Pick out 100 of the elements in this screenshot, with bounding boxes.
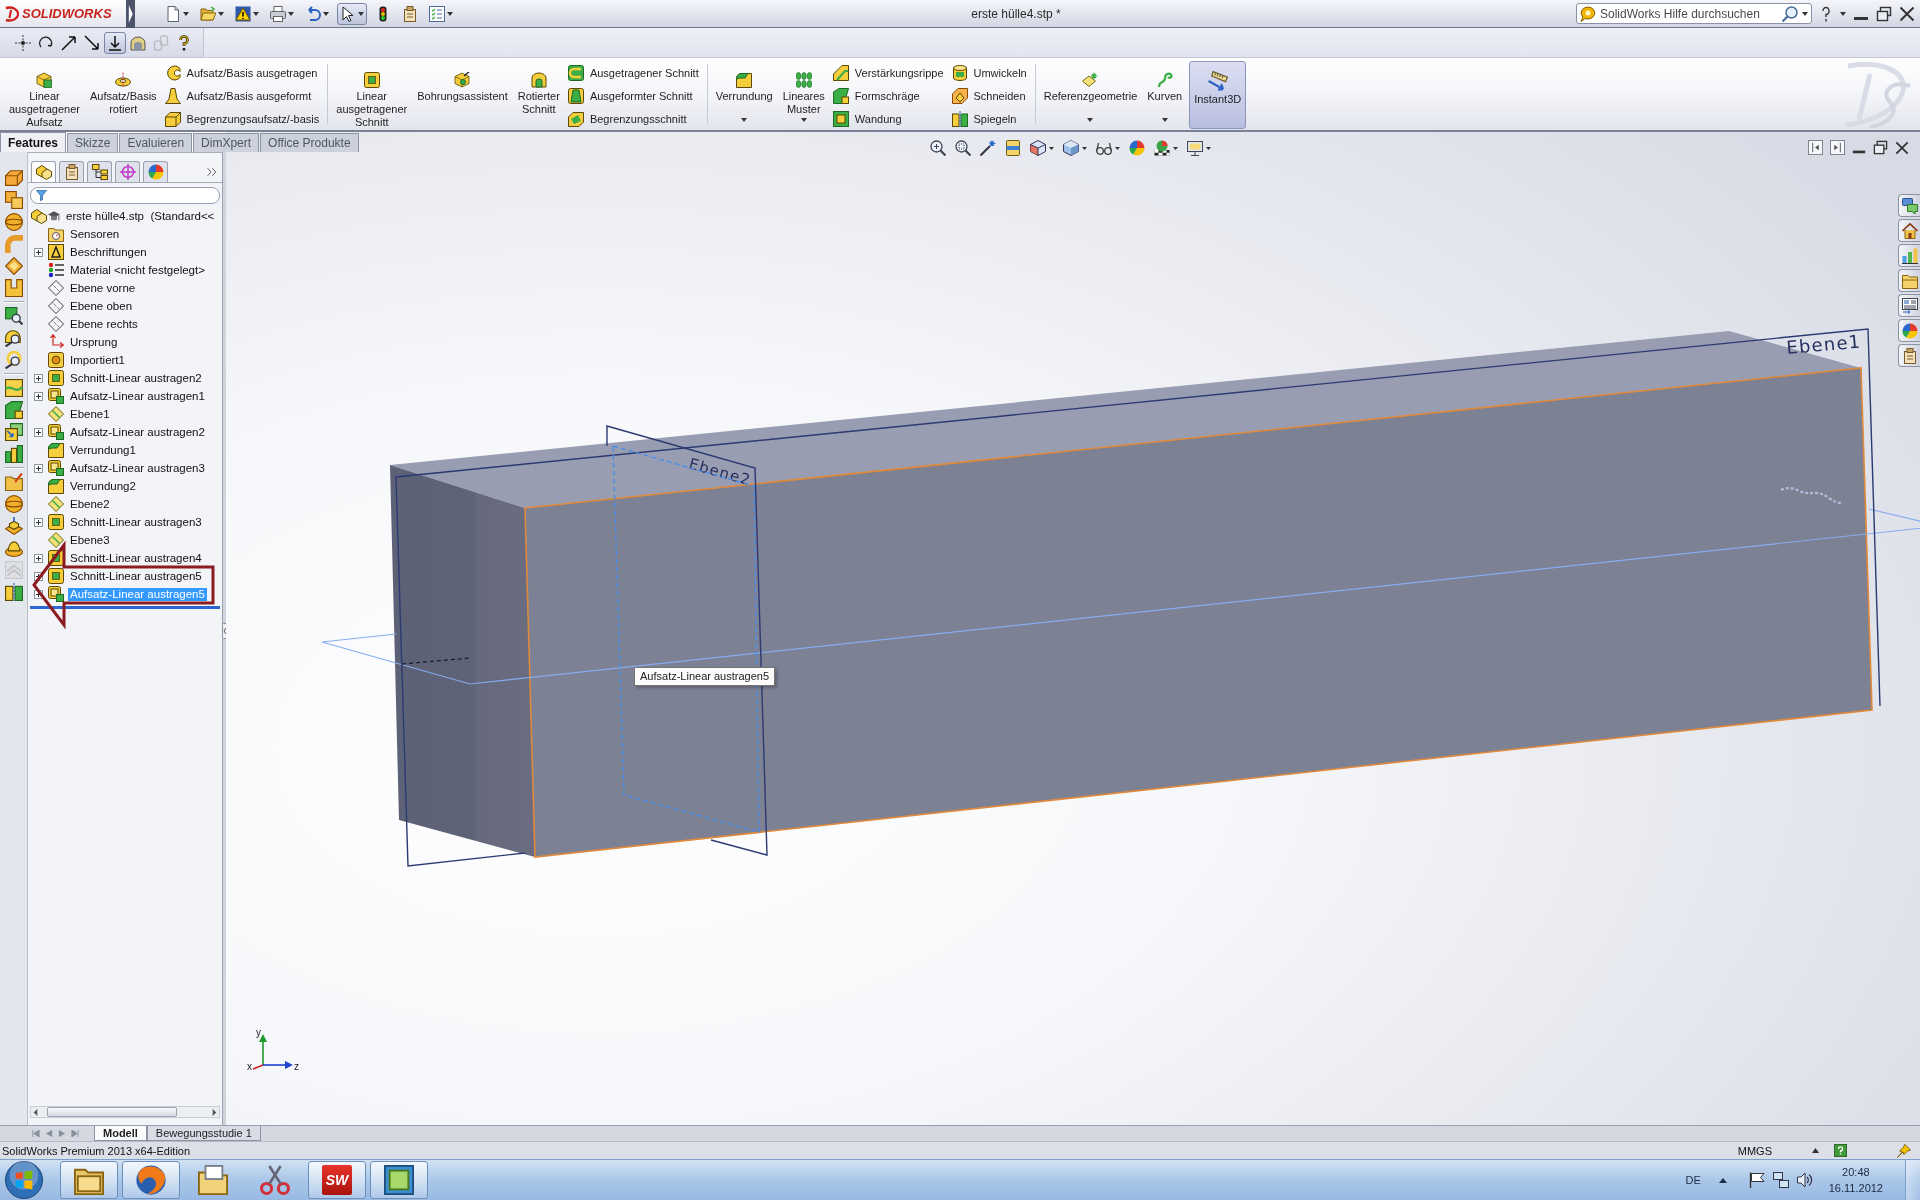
taskbar-button[interactable] <box>370 1161 428 1199</box>
magnifier-icon[interactable] <box>930 140 946 156</box>
monitor-icon[interactable] <box>1187 140 1203 156</box>
expand-icon[interactable] <box>34 463 43 473</box>
flyout-arrow-icon[interactable] <box>126 0 135 28</box>
flag-icon[interactable] <box>1748 1172 1765 1188</box>
tab[interactable]: Bewegungsstudie 1 <box>146 1126 261 1141</box>
help-icon[interactable] <box>1819 5 1833 22</box>
diamond-icon[interactable] <box>4 257 23 275</box>
ribbon-button[interactable]: Aufsatz/Basis ausgeformt <box>164 88 320 104</box>
ribbon-button[interactable]: Kurven <box>1142 58 1188 130</box>
tree-item[interactable]: Sensoren <box>68 227 122 241</box>
ribbon-button[interactable]: Lineares Muster <box>777 58 830 130</box>
tree-item[interactable]: Ebene1 <box>68 407 112 421</box>
search-field[interactable]: SolidWorks Hilfe durchsuchen <box>1576 3 1812 24</box>
tree-item[interactable]: Beschriftungen <box>68 245 149 259</box>
clock-time[interactable]: 20:48 <box>1842 1164 1870 1180</box>
overlapping-squares-icon[interactable] <box>4 191 23 209</box>
magnifier-ring-icon[interactable] <box>4 351 23 369</box>
clock-date[interactable]: 16.11.2012 <box>1828 1180 1883 1196</box>
tree-item[interactable]: erste hülle4.stp (Standard<< <box>64 209 217 223</box>
taskbar-button[interactable] <box>60 1161 118 1199</box>
caret-icon[interactable] <box>1173 146 1178 150</box>
ribbon-button[interactable]: Linear ausgetragener Aufsatz <box>4 58 85 130</box>
tree-item[interactable]: Verrundung1 <box>68 443 138 457</box>
tree-item[interactable]: Ebene rechts <box>68 317 140 331</box>
color-ball-icon[interactable] <box>1129 140 1145 156</box>
ribbon-button[interactable]: Umwickeln <box>951 65 1027 81</box>
toggle-button[interactable]: Instant3D <box>1189 61 1247 129</box>
help-icon[interactable] <box>1834 1144 1847 1157</box>
taskbar-button[interactable] <box>122 1161 180 1199</box>
tree-item[interactable]: Verrundung2 <box>68 479 138 493</box>
ribbon-button[interactable]: Schneiden <box>951 88 1027 104</box>
bar-blocks-icon[interactable] <box>4 445 23 463</box>
tile-left-icon[interactable] <box>1808 140 1823 155</box>
expand-icon[interactable] <box>34 247 43 257</box>
search-input[interactable]: SolidWorks Hilfe durchsuchen <box>1600 6 1778 21</box>
caret-icon[interactable] <box>1840 11 1846 16</box>
ribbon-button[interactable]: Rotierter Schnitt <box>512 58 565 130</box>
layered-shape-icon[interactable] <box>4 517 23 535</box>
scrollbar-thumb[interactable] <box>47 1107 177 1117</box>
tab[interactable]: Evaluieren <box>119 133 193 152</box>
task-pane-tab[interactable] <box>1898 194 1920 217</box>
tab[interactable]: Office Produkte <box>260 133 359 152</box>
tree-item[interactable]: Ebene3 <box>68 533 112 547</box>
tree-item[interactable]: Schnitt-Linear austragen4 <box>68 551 204 565</box>
tree-item[interactable]: Aufsatz-Linear austragen1 <box>68 389 207 403</box>
double-chevron-icon[interactable] <box>207 167 217 177</box>
caret-up-icon[interactable] <box>1812 1148 1819 1153</box>
panel-tab[interactable] <box>115 161 140 182</box>
ribbon-button[interactable]: Linear ausgetragener Schnitt <box>331 58 413 130</box>
plane-outline[interactable] <box>321 508 1920 685</box>
language-indicator[interactable]: DE <box>1685 1174 1701 1186</box>
pushpin-icon[interactable] <box>1897 1143 1911 1158</box>
tile-right-icon[interactable] <box>1830 140 1845 155</box>
caret-icon[interactable] <box>800 118 807 122</box>
expand-icon[interactable] <box>34 571 43 581</box>
task-pane-tab[interactable] <box>1898 294 1920 317</box>
units-menu[interactable]: MMGS <box>1737 1144 1772 1157</box>
caret-up-icon[interactable] <box>1718 1177 1727 1183</box>
caret-icon[interactable] <box>1087 118 1094 122</box>
magnifier-icon[interactable] <box>955 140 971 156</box>
restore-icon[interactable] <box>1876 5 1892 22</box>
task-pane-tab[interactable] <box>1898 219 1920 242</box>
panel-tab[interactable] <box>59 161 84 182</box>
plane-outline[interactable] <box>606 425 768 856</box>
caret-icon[interactable] <box>1802 11 1808 16</box>
close-icon[interactable] <box>1895 140 1909 155</box>
speaker-icon[interactable] <box>1796 1172 1813 1188</box>
caret-icon[interactable] <box>741 118 748 122</box>
tree-item[interactable]: Schnitt-Linear austragen5 <box>68 569 204 583</box>
tree-item[interactable]: Schnitt-Linear austragen3 <box>68 515 204 529</box>
task-pane-tab[interactable] <box>1898 344 1920 367</box>
tree-item[interactable]: Material <nicht festgelegt> <box>68 263 207 277</box>
ribbon-button[interactable]: Begrenzungsschnitt <box>567 111 699 127</box>
tree-item[interactable]: Schnitt-Linear austragen2 <box>68 371 204 385</box>
tree-item[interactable]: Ebene vorne <box>68 281 138 295</box>
ribbon-button[interactable]: Formschräge <box>832 88 944 104</box>
ribbon-button[interactable]: Ausgeformter Schnitt <box>567 88 699 104</box>
cube-icon[interactable] <box>1030 140 1046 156</box>
magnifier-square-icon[interactable] <box>4 307 23 325</box>
cube-icon[interactable] <box>1063 140 1079 156</box>
expand-icon[interactable] <box>34 553 43 563</box>
tree-item[interactable]: Aufsatz-Linear austragen3 <box>68 461 207 475</box>
tab[interactable]: Skizze <box>67 133 119 152</box>
ribbon-button[interactable]: Spiegeln <box>951 111 1027 127</box>
restore-icon[interactable] <box>1873 140 1888 155</box>
task-pane-tab[interactable] <box>1898 244 1920 267</box>
panel-tab[interactable] <box>31 161 56 182</box>
expand-icon[interactable] <box>34 373 43 383</box>
tab[interactable]: Modell <box>94 1126 147 1141</box>
folder-icon[interactable] <box>4 473 23 491</box>
ribbon-button[interactable]: Ausgetragener Schnitt <box>567 65 699 81</box>
expand-icon[interactable] <box>34 391 43 401</box>
filter-field[interactable] <box>30 187 220 204</box>
split-blocks-icon[interactable] <box>4 583 23 601</box>
ribbon-button[interactable]: Begrenzungsaufsatz/-basis <box>164 111 320 127</box>
ribbon-button[interactable]: Verrundung <box>710 58 778 130</box>
tree-item[interactable]: Ebene2 <box>68 497 112 511</box>
scrollbar[interactable] <box>30 1106 220 1118</box>
